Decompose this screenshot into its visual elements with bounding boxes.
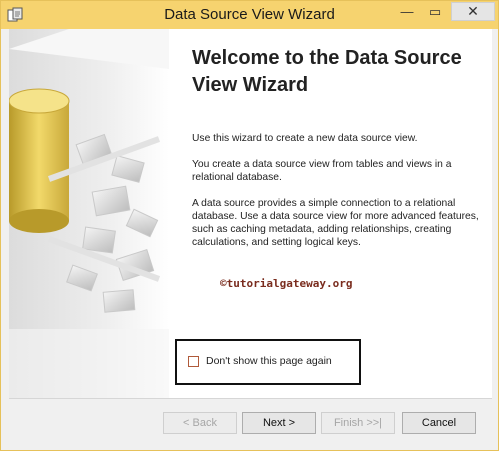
maximize-button[interactable]: ▭ (421, 2, 449, 22)
watermark-text: ©tutorialgateway.org (220, 277, 353, 290)
title-bar[interactable]: Data Source View Wizard — ▭ ✕ (1, 1, 498, 29)
dont-show-label[interactable]: Don't show this page again (206, 355, 332, 367)
finish-button[interactable]: Finish >>| (321, 412, 395, 434)
wizard-page: Welcome to the Data Source View Wizard U… (9, 29, 492, 398)
description-text: You create a data source view from table… (192, 159, 452, 183)
wizard-banner-image (9, 29, 169, 398)
close-button[interactable]: ✕ (451, 2, 495, 21)
intro-text: Use this wizard to create a new data sou… (192, 133, 418, 144)
cancel-button[interactable]: Cancel (402, 412, 476, 434)
back-button[interactable]: < Back (163, 412, 237, 434)
footer-divider (9, 398, 492, 399)
wizard-window: Data Source View Wizard — ▭ ✕ Welcome to… (0, 0, 499, 451)
page-heading: Welcome to the Data Source View Wizard (192, 47, 462, 96)
dont-show-checkbox[interactable] (188, 355, 199, 367)
dont-show-option[interactable]: Don't show this page again (188, 354, 332, 368)
data-source-text: A data source provides a simple connecti… (192, 198, 479, 248)
minimize-button[interactable]: — (393, 2, 421, 22)
next-button[interactable]: Next > (242, 412, 316, 434)
